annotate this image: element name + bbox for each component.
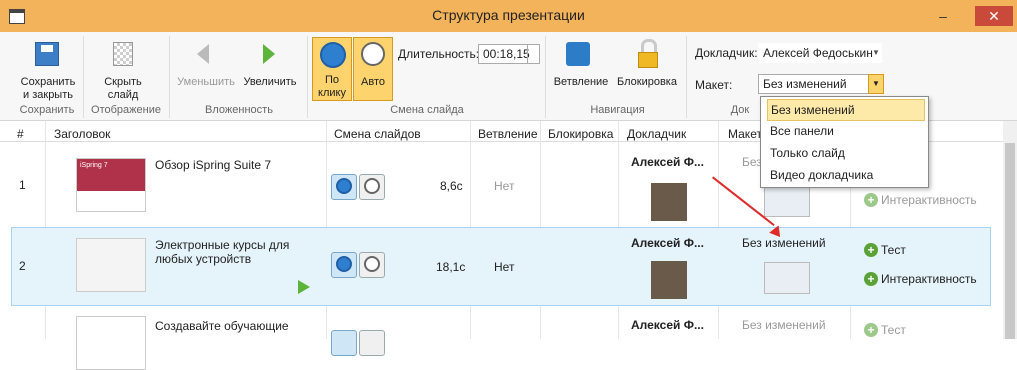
dropdown-option-all-panels[interactable]: Все панели: [767, 121, 923, 141]
add-quiz-icon[interactable]: +: [864, 323, 878, 337]
branching-button[interactable]: Ветвление: [552, 76, 610, 89]
group-label-nesting: Вложенность: [205, 104, 273, 116]
presenter-photo: [651, 261, 687, 299]
arrow-right-icon: [263, 44, 275, 64]
layout-label: Макет:: [695, 78, 733, 92]
arrow-left-icon: [197, 44, 209, 64]
layout-select[interactable]: Без изменений: [758, 74, 882, 94]
add-interactivity-icon[interactable]: +: [864, 193, 878, 207]
close-button[interactable]: ✕: [975, 6, 1013, 26]
layout-value[interactable]: Без изменений: [742, 236, 826, 250]
presenter-label: Докладчик:: [695, 46, 758, 60]
col-layout[interactable]: Макет: [728, 127, 762, 141]
hide-slide-button[interactable]: Скрыть слайд: [95, 76, 151, 102]
thumbnail-title: iSpring 7: [77, 159, 145, 191]
auto-toggle[interactable]: [359, 174, 385, 200]
scrollbar-thumb[interactable]: [1005, 143, 1015, 339]
add-interactivity-icon[interactable]: +: [864, 272, 878, 286]
stopwatch-icon: [361, 42, 385, 66]
on-click-toggle[interactable]: [331, 252, 357, 278]
slide-title: Создавайте обучающие: [155, 319, 289, 333]
minimize-button[interactable]: –: [930, 6, 956, 26]
row-number: 1: [19, 178, 26, 192]
lock-icon: [638, 52, 658, 68]
on-click-label: По клику: [318, 74, 346, 99]
branching-value[interactable]: Нет: [494, 260, 514, 274]
lock-button[interactable]: Блокировка: [614, 76, 680, 89]
group-separator: [307, 36, 308, 118]
group-separator: [169, 36, 170, 118]
dropdown-option-presenter-video[interactable]: Видео докладчика: [767, 165, 923, 185]
presenter-name[interactable]: Алексей Ф...: [631, 155, 704, 169]
presenter-value: Алексей Федоськин: [763, 46, 873, 60]
presenter-name[interactable]: Алексей Ф...: [631, 318, 704, 332]
slide-title: Электронные курсы для любых устройств: [155, 238, 290, 266]
branching-value[interactable]: Нет: [494, 179, 514, 193]
col-title[interactable]: Заголовок: [54, 127, 110, 141]
auto-toggle[interactable]: [359, 252, 385, 278]
group-label-navigation: Навигация: [590, 104, 645, 116]
col-branching[interactable]: Ветвление: [478, 127, 538, 141]
stopwatch-icon: [364, 178, 380, 194]
layout-value: Без изменений: [763, 77, 847, 91]
lock-shackle: [641, 39, 657, 52]
layout-dropdown-button[interactable]: ▼: [868, 74, 884, 94]
slide-duration: 8,6с: [440, 179, 463, 193]
layout-value[interactable]: Без изменений: [742, 318, 826, 332]
increase-level-button[interactable]: Увеличить: [240, 76, 300, 89]
group-separator: [83, 36, 84, 118]
layout-dropdown-list: Без изменений Все панели Только слайд Ви…: [760, 96, 929, 188]
group-separator: [686, 36, 687, 118]
group-label-transition: Смена слайда: [390, 104, 464, 116]
col-transition[interactable]: Смена слайдов: [334, 127, 421, 141]
col-presenter[interactable]: Докладчик: [627, 127, 686, 141]
slide-duration: 18,1с: [436, 260, 466, 274]
quiz-link[interactable]: Тест: [881, 323, 906, 337]
sub-slide-arrow-icon[interactable]: [298, 280, 310, 294]
group-label-save: Сохранить: [19, 104, 75, 116]
dropdown-option-slide-only[interactable]: Только слайд: [767, 143, 923, 163]
save-close-button[interactable]: Сохранить и закрыть: [14, 76, 82, 102]
duration-spinner[interactable]: [527, 45, 540, 63]
duration-value: 00:18,15: [483, 47, 530, 61]
branching-icon: [566, 42, 590, 66]
layout-preview-icon: [764, 262, 810, 294]
presenter-name[interactable]: Алексей Ф...: [631, 236, 704, 250]
add-quiz-icon[interactable]: +: [864, 243, 878, 257]
dropdown-option-no-change[interactable]: Без изменений: [767, 99, 925, 121]
save-icon: [35, 42, 59, 66]
window-title: Структура презентации: [432, 7, 585, 23]
row-number: 2: [19, 259, 26, 273]
col-num[interactable]: #: [17, 127, 24, 141]
quiz-link[interactable]: Тест: [881, 243, 906, 257]
auto-label: Авто: [361, 76, 385, 88]
col-lock[interactable]: Блокировка: [548, 127, 613, 141]
group-label-display: Отображение: [91, 104, 161, 116]
click-clock-icon: [320, 42, 346, 68]
chevron-down-icon: ▼: [872, 48, 880, 57]
on-click-toggle[interactable]: [331, 330, 357, 356]
group-label-narrator: Док: [730, 104, 750, 116]
interactivity-link[interactable]: Интерактивность: [881, 193, 977, 207]
decrease-level-button[interactable]: Уменьшить: [175, 76, 237, 89]
slide-thumbnail: [76, 316, 146, 370]
presenter-select[interactable]: Алексей Федоськин: [758, 43, 882, 63]
on-click-toggle[interactable]: [331, 174, 357, 200]
slide-title: Обзор iSpring Suite 7: [155, 158, 272, 172]
hide-slide-icon: [113, 42, 133, 66]
auto-toggle[interactable]: [359, 330, 385, 356]
slide-thumbnail: [76, 238, 146, 292]
clock-icon: [336, 178, 352, 194]
presenter-photo: [651, 183, 687, 221]
duration-label: Длительность:: [398, 47, 480, 61]
stopwatch-icon: [364, 256, 380, 272]
clock-icon: [336, 256, 352, 272]
layout-preview-icon: [764, 185, 810, 217]
interactivity-link[interactable]: Интерактивность: [881, 272, 977, 286]
slide-thumbnail: iSpring 7: [76, 158, 146, 212]
group-separator: [545, 36, 546, 118]
